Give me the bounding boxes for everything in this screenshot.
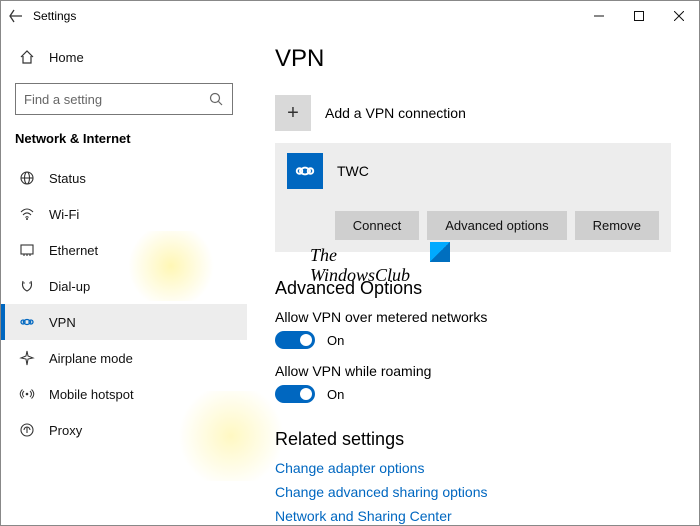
sidebar: Home Find a setting Network & Internet S… [1, 31, 247, 525]
sidebar-item-label: VPN [49, 315, 76, 330]
sidebar-item-wifi[interactable]: Wi-Fi [15, 196, 233, 232]
content: Home Find a setting Network & Internet S… [1, 31, 699, 525]
metered-state: On [327, 333, 344, 348]
link-sharing[interactable]: Change advanced sharing options [275, 484, 671, 500]
sidebar-item-vpn[interactable]: VPN [1, 304, 247, 340]
advanced-heading: Advanced Options [275, 278, 671, 299]
airplane-icon [19, 350, 35, 366]
sidebar-item-label: Status [49, 171, 86, 186]
vpn-icon [19, 314, 35, 330]
plus-icon: + [275, 95, 311, 131]
window-controls [579, 1, 699, 31]
sidebar-item-label: Proxy [49, 423, 82, 438]
sidebar-item-status[interactable]: Status [15, 160, 233, 196]
add-vpn-row[interactable]: + Add a VPN connection [275, 91, 671, 135]
vpn-badge-icon [287, 153, 323, 189]
sidebar-item-label: Ethernet [49, 243, 98, 258]
minimize-button[interactable] [579, 1, 619, 31]
dialup-icon [19, 278, 35, 294]
metered-toggle-row: On [275, 331, 671, 349]
main-panel: VPN + Add a VPN connection TWC Connect A… [247, 31, 699, 525]
wifi-icon [19, 206, 35, 222]
sidebar-item-hotspot[interactable]: Mobile hotspot [15, 376, 233, 412]
search-input[interactable]: Find a setting [15, 83, 233, 115]
search-placeholder: Find a setting [24, 92, 102, 107]
sidebar-section: Network & Internet [15, 131, 233, 146]
link-center[interactable]: Network and Sharing Center [275, 508, 671, 524]
sidebar-item-ethernet[interactable]: Ethernet [15, 232, 233, 268]
remove-button[interactable]: Remove [575, 211, 659, 240]
sidebar-home-label: Home [49, 50, 84, 65]
vpn-button-row: Connect Advanced options Remove [287, 211, 659, 240]
roaming-toggle-row: On [275, 385, 671, 403]
sidebar-item-dialup[interactable]: Dial-up [15, 268, 233, 304]
page-title: VPN [275, 45, 671, 73]
window-title: Settings [33, 9, 76, 23]
vpn-card-header: TWC [287, 153, 659, 189]
roaming-state: On [327, 387, 344, 402]
metered-toggle[interactable] [275, 331, 315, 349]
roaming-label: Allow VPN while roaming [275, 363, 671, 379]
sidebar-item-label: Wi-Fi [49, 207, 79, 222]
sidebar-home[interactable]: Home [15, 39, 233, 75]
hotspot-icon [19, 386, 35, 402]
add-vpn-label: Add a VPN connection [325, 105, 466, 121]
metered-label: Allow VPN over metered networks [275, 309, 671, 325]
connect-button[interactable]: Connect [335, 211, 419, 240]
close-button[interactable] [659, 1, 699, 31]
sidebar-item-label: Dial-up [49, 279, 90, 294]
maximize-button[interactable] [619, 1, 659, 31]
titlebar: Settings [1, 1, 699, 31]
sidebar-item-label: Mobile hotspot [49, 387, 134, 402]
sidebar-item-airplane[interactable]: Airplane mode [15, 340, 233, 376]
sidebar-item-label: Airplane mode [49, 351, 133, 366]
settings-window: Settings Home Find a setting [0, 0, 700, 526]
vpn-connection-name: TWC [337, 163, 369, 179]
globe-icon [19, 170, 35, 186]
vpn-connection-card[interactable]: TWC Connect Advanced options Remove [275, 143, 671, 252]
link-adapter[interactable]: Change adapter options [275, 460, 671, 476]
roaming-toggle[interactable] [275, 385, 315, 403]
home-icon [19, 49, 35, 65]
back-icon[interactable] [9, 9, 23, 23]
advanced-options-button[interactable]: Advanced options [427, 211, 566, 240]
sidebar-item-proxy[interactable]: Proxy [15, 412, 233, 448]
titlebar-left: Settings [9, 9, 76, 23]
ethernet-icon [19, 242, 35, 258]
search-icon [208, 91, 224, 107]
related-heading: Related settings [275, 429, 671, 450]
proxy-icon [19, 422, 35, 438]
